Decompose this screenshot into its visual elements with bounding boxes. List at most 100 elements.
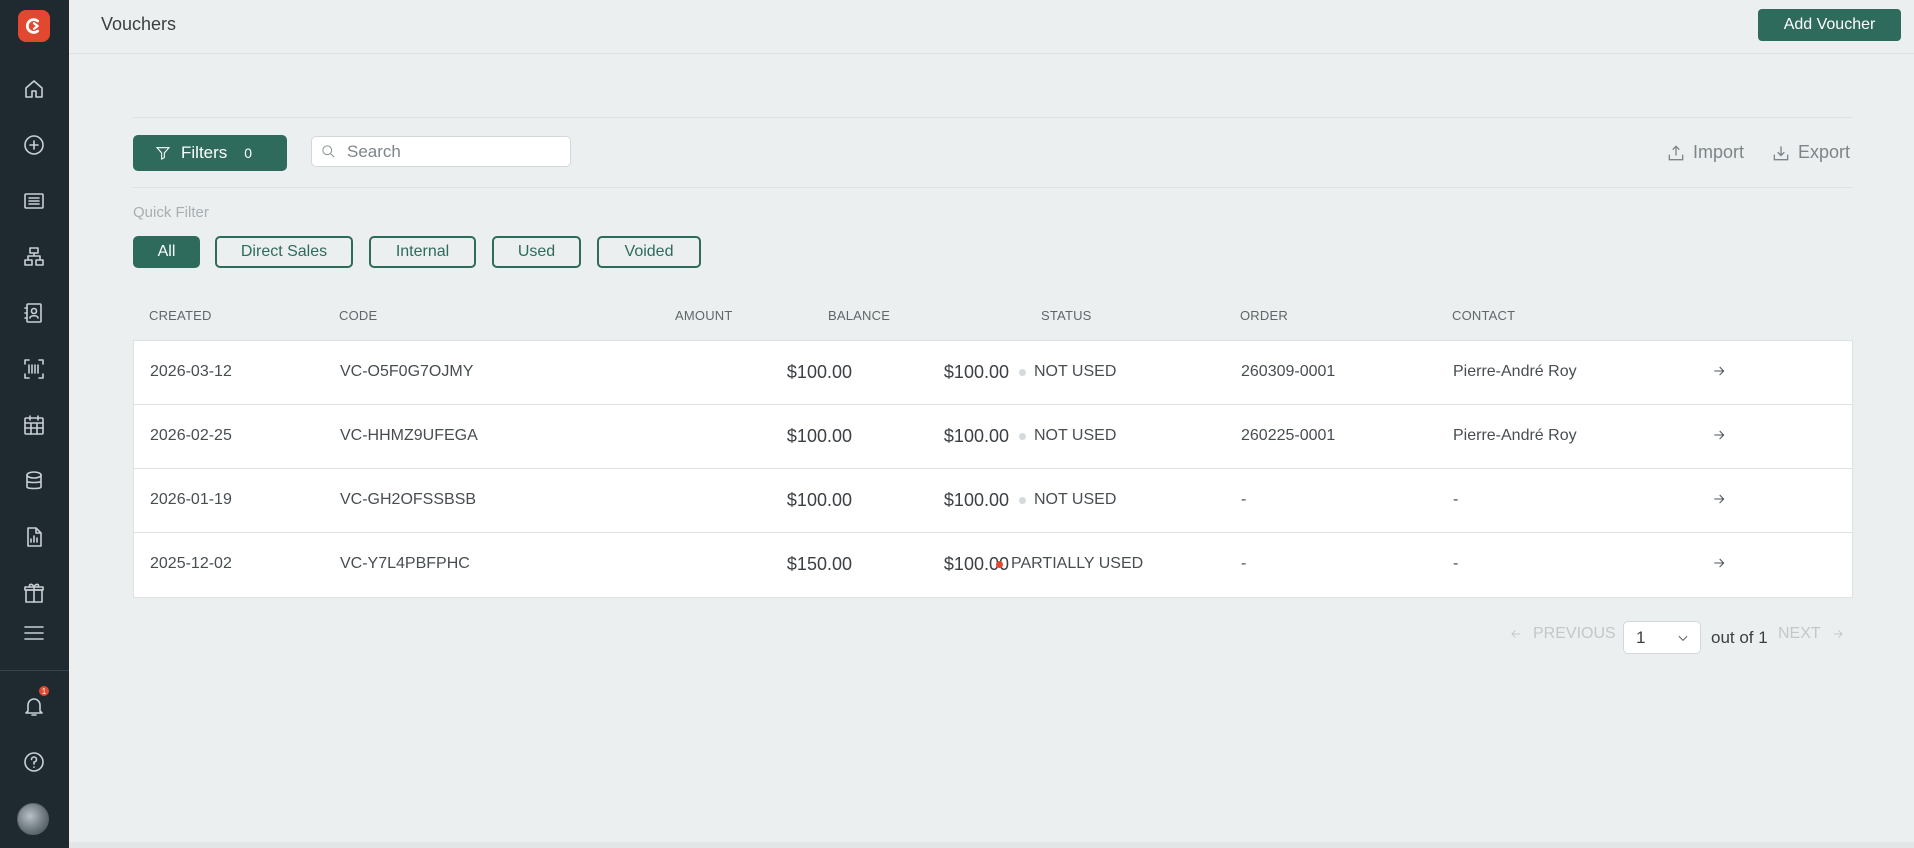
balance-cell: $100.00 [943,362,1009,382]
amount-cell: $100.00 [786,490,852,510]
header-status[interactable]: STATUS [1041,308,1092,323]
search-icon [322,145,335,158]
export-button[interactable]: Export [1771,142,1850,163]
sidebar: 1 [0,0,69,848]
divider [133,187,1853,188]
status-dot [1019,496,1026,504]
search-field[interactable] [311,136,571,167]
arrow-right-icon[interactable] [1711,363,1727,384]
report-icon[interactable] [19,522,49,552]
plus-circle-icon[interactable] [19,130,49,160]
page-select[interactable]: 1 [1623,621,1701,654]
app-logo[interactable] [18,10,50,42]
order-cell[interactable]: 260225-0001 [1241,427,1335,445]
page-total: out of 1 [1711,628,1768,647]
list-icon[interactable] [19,186,49,216]
home-icon[interactable] [19,74,49,104]
filters-button[interactable]: Filters 0 [133,135,287,171]
filters-count: 0 [244,145,253,161]
menu-icon[interactable] [19,618,49,648]
status-badge: NOT USED [1019,491,1116,509]
amount-cell: $100.00 [786,362,852,382]
chip-voided[interactable]: Voided [597,236,701,268]
download-icon [1773,145,1789,160]
code-cell: VC-O5F0G7OJMY [340,363,474,380]
created-cell: 2026-02-25 [150,427,232,444]
logo-mark-icon [25,18,40,34]
contact-book-icon[interactable] [19,298,49,328]
status-badge: NOT USED [1019,363,1116,381]
upload-icon [1668,144,1684,160]
balance-cell: $100.00 [943,426,1009,446]
status-dot [1019,368,1026,376]
chip-used[interactable]: Used [492,236,581,268]
chevron-down-icon [1678,635,1688,641]
chip-internal[interactable]: Internal [369,236,476,268]
code-cell: VC-GH2OFSSBSB [340,491,477,508]
divider [133,117,1853,118]
table-row[interactable]: 2026-02-25 VC-HHMZ9UFEGA $100.00 $100.00… [134,405,1852,469]
header-contact[interactable]: CONTACT [1452,308,1515,323]
status-text: NOT USED [1034,427,1117,444]
calendar-icon[interactable] [19,410,49,440]
previous-label: PREVIOUS [1533,625,1616,642]
amount-cell: $150.00 [786,554,852,574]
export-label: Export [1798,142,1851,162]
bottom-strip [69,842,1914,848]
previous-button[interactable]: PREVIOUS [1509,625,1616,643]
contact-cell: - [1453,491,1459,508]
status-badge: NOT USED [1019,427,1116,445]
header-balance[interactable]: BALANCE [828,308,890,323]
status-dot [996,560,1003,568]
arrow-right-icon[interactable] [1711,427,1727,448]
code-cell: VC-Y7L4PBFPHC [340,555,470,572]
database-icon[interactable] [19,466,49,496]
table-row[interactable]: 2026-03-12 VC-O5F0G7OJMY $100.00 $100.00… [134,341,1852,405]
next-button[interactable]: NEXT [1778,625,1845,643]
current-page: 1 [1636,627,1646,647]
header-amount[interactable]: AMOUNT [675,308,733,323]
order-cell: - [1241,555,1247,572]
balance-cell: $100.00 [943,490,1009,510]
contact-cell: - [1453,555,1459,572]
gift-icon[interactable] [19,578,49,608]
funnel-icon [155,147,171,160]
arrow-right-icon[interactable] [1711,491,1727,512]
created-cell: 2026-03-12 [150,363,232,380]
header-created[interactable]: CREATED [149,308,212,323]
search-input[interactable] [347,141,557,162]
contact-cell[interactable]: Pierre-André Roy [1453,427,1577,445]
add-voucher-button[interactable]: Add Voucher [1758,9,1901,41]
header-order[interactable]: ORDER [1240,308,1288,323]
header-code[interactable]: CODE [339,308,377,323]
user-avatar[interactable] [17,803,49,835]
table-row[interactable]: 2026-01-19 VC-GH2OFSSBSB $100.00 $100.00… [134,469,1852,533]
code-cell: VC-HHMZ9UFEGA [340,427,478,444]
arrow-right-icon[interactable] [1711,555,1727,576]
order-cell[interactable]: 260309-0001 [1241,363,1335,381]
import-button[interactable]: Import [1666,142,1744,163]
notification-badge: 1 [38,685,50,697]
barcode-scan-icon[interactable] [19,354,49,384]
contact-cell[interactable]: Pierre-André Roy [1453,363,1577,381]
sitemap-icon[interactable] [19,242,49,272]
created-cell: 2026-01-19 [150,491,232,508]
help-icon[interactable] [19,747,49,777]
status-dot [1019,432,1026,440]
chip-all[interactable]: All [133,236,200,268]
status-text: NOT USED [1034,491,1117,508]
chip-direct-sales[interactable]: Direct Sales [215,236,353,268]
table-row[interactable]: 2025-12-02 VC-Y7L4PBFPHC $150.00 $100.00… [134,533,1852,597]
order-cell: - [1241,491,1247,508]
next-label: NEXT [1778,625,1821,642]
created-cell: 2025-12-02 [150,555,232,572]
quick-filter-label: Quick Filter [133,204,209,221]
filters-label: Filters [181,143,228,162]
arrow-right-icon [1833,630,1843,638]
status-badge: PARTIALLY USED [996,555,1143,573]
sidebar-divider [0,670,69,671]
arrow-left-icon [1511,630,1521,638]
import-label: Import [1693,142,1745,162]
top-bar: Vouchers Add Voucher [69,0,1914,54]
page-title: Vouchers [101,14,177,34]
